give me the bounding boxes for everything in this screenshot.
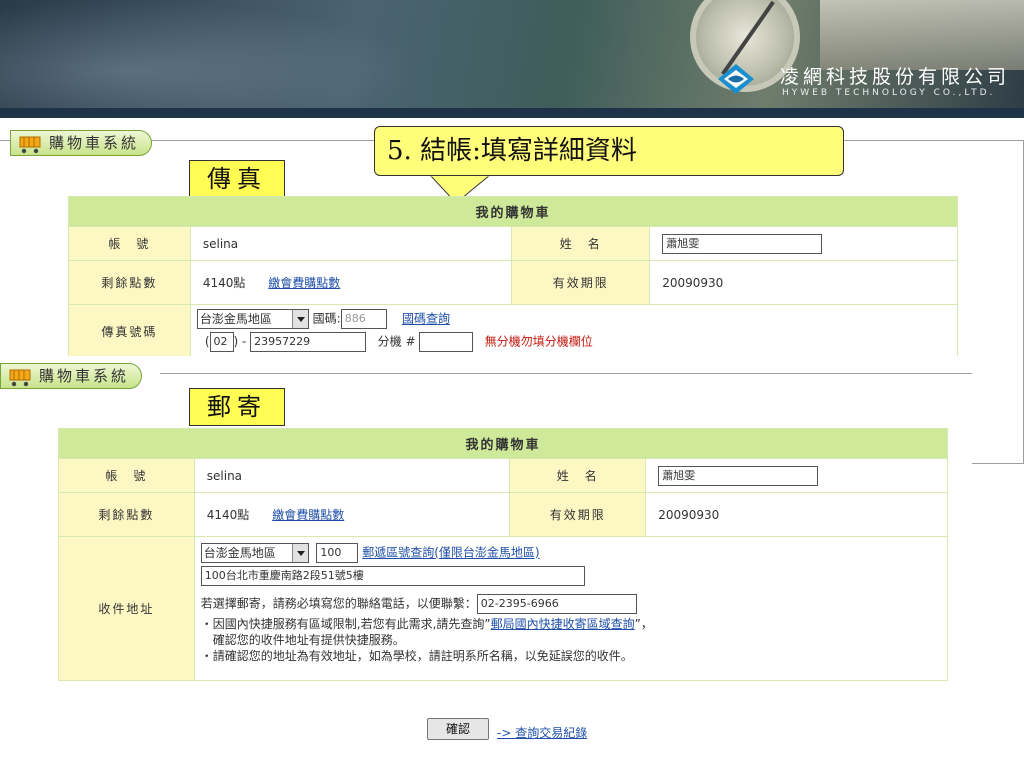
- express-note-suffix: ”，: [634, 617, 653, 631]
- account-value: selina: [193, 458, 511, 493]
- banner-paper-image: [820, 0, 1024, 70]
- chevron-down-icon: [291, 544, 308, 562]
- company-logo-icon: [718, 64, 754, 94]
- expiry-value: 20090930: [649, 260, 958, 305]
- points-label: 剩餘點數: [58, 492, 195, 537]
- extension-label: 分機 #: [377, 334, 416, 349]
- zip-lookup-link[interactable]: 郵遞區號查詢(僅限台澎金馬地區): [362, 546, 539, 560]
- fax-number-input[interactable]: 23957229: [250, 332, 367, 352]
- area-code-input[interactable]: 02: [209, 332, 234, 352]
- fax-cart-table: 我的購物車 帳 號 selina 姓 名 蕭旭雯 剩餘點數 4140點 繳會費購…: [68, 196, 959, 359]
- fax-region-select[interactable]: 台澎金馬地區: [196, 309, 309, 329]
- pay-fee-link[interactable]: 繳會費購點數: [272, 508, 344, 522]
- account-label: 帳 號: [58, 458, 195, 493]
- country-code-label: 國碼:: [312, 311, 341, 326]
- query-transactions-link[interactable]: -> 查詢交易紀錄: [497, 724, 587, 741]
- points-value: 4140點: [202, 276, 246, 290]
- table-title: 我的購物車: [68, 196, 958, 227]
- tab-label-text: 購物車系統: [49, 134, 140, 152]
- country-code-lookup-link[interactable]: 國碼查詢: [402, 312, 450, 326]
- banner-bottom-strip: [0, 108, 1024, 118]
- account-value: selina: [189, 226, 513, 261]
- express-note-prefix: ・因國內快捷服務有區域限制,若您有此需求,請先查詢”: [200, 617, 491, 631]
- address-label: 收件地址: [58, 536, 195, 681]
- address-input[interactable]: 100台北市重慶南路2段51號5樓: [200, 566, 585, 586]
- shopping-cart-tab: 購物車系統: [10, 130, 153, 156]
- banner-photo-shade: [0, 0, 420, 118]
- name-input[interactable]: 蕭旭雯: [658, 465, 819, 486]
- name-label: 姓 名: [511, 226, 651, 261]
- shopping-cart-tab-mail: 購物車系統: [0, 363, 143, 389]
- mail-region-select[interactable]: 台澎金馬地區: [200, 543, 309, 563]
- express-note-confirm: 確認您的收件地址有提供快捷服務。: [212, 633, 405, 647]
- pay-fee-link[interactable]: 繳會費購點數: [268, 276, 340, 290]
- step-callout: 5. 結帳:填寫詳細資料: [374, 126, 844, 176]
- table-title: 我的購物車: [58, 428, 948, 459]
- header-banner: 凌網科技股份有限公司 HYWEB TECHNOLOGY CO.,LTD.: [0, 0, 1024, 118]
- tab-label-text: 購物車系統: [39, 367, 130, 385]
- name-input[interactable]: 蕭旭雯: [662, 233, 823, 254]
- phone-prompt: 若選擇郵寄，請務必填寫您的聯絡電話，以便聯繫：: [200, 596, 477, 611]
- points-value: 4140點: [206, 508, 250, 522]
- express-area-lookup-link[interactable]: 郵局國內快捷收寄區域查詢: [491, 617, 635, 631]
- region-select-value: 台澎金馬地區: [199, 312, 272, 326]
- name-label: 姓 名: [509, 458, 647, 493]
- extension-input[interactable]: [419, 332, 474, 352]
- fax-number-label: 傳真號碼: [68, 304, 191, 359]
- phone-input[interactable]: 02-2395-6966: [476, 594, 637, 614]
- extension-note: 無分機勿填分機欄位: [484, 334, 593, 349]
- fax-section-label: 傳真: [189, 160, 285, 198]
- mail-cart-table: 我的購物車 帳 號 selina 姓 名 蕭旭雯 剩餘點數 4140點 繳會費購…: [58, 428, 949, 681]
- company-name-en: HYWEB TECHNOLOGY CO.,LTD.: [782, 88, 996, 98]
- country-code-input[interactable]: 886: [340, 309, 387, 329]
- account-label: 帳 號: [68, 226, 191, 261]
- points-label: 剩餘點數: [68, 260, 191, 305]
- shopping-cart-icon: [9, 369, 31, 387]
- chevron-down-icon: [291, 310, 308, 328]
- address-validity-note: ・請確認您的地址為有效地址，如為學校，請註明系所名稱，以免延誤您的收件。: [200, 649, 633, 663]
- expiry-value: 20090930: [645, 492, 948, 537]
- region-select-value: 台澎金馬地區: [203, 546, 276, 560]
- shopping-cart-icon: [19, 136, 41, 154]
- expiry-label: 有效期限: [511, 260, 651, 305]
- expiry-label: 有效期限: [509, 492, 647, 537]
- company-name-cn: 凌網科技股份有限公司: [780, 66, 1011, 88]
- zip-code-input[interactable]: 100: [316, 543, 359, 563]
- panel-divider: [160, 373, 972, 374]
- confirm-button[interactable]: 確認: [427, 718, 489, 740]
- mail-section-label: 郵寄: [189, 388, 285, 426]
